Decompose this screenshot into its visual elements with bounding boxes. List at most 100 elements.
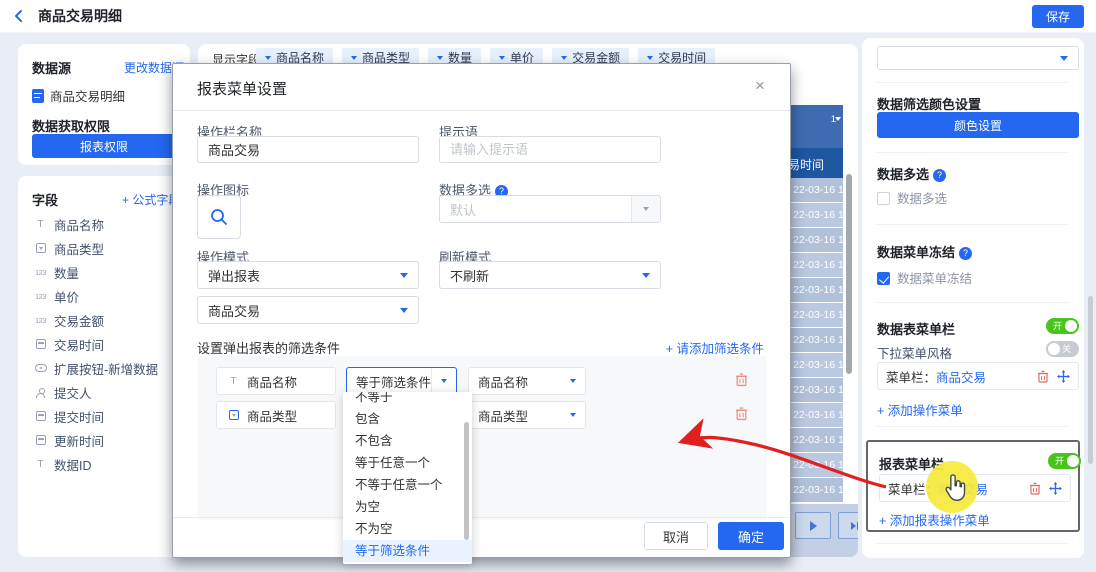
report-value: 商品交易 <box>208 301 260 320</box>
field-item[interactable]: 扩展按钮-新增数据 <box>18 356 190 380</box>
report-menu-toggle[interactable]: 开 <box>1048 453 1081 469</box>
button-field-icon <box>32 364 49 372</box>
permission-heading: 数据获取权限 <box>32 116 110 135</box>
multi-select-value: 默认 <box>450 200 476 219</box>
filter-value-dropdown[interactable]: 商品名称 <box>468 367 586 395</box>
table-row[interactable]: 22-03-16 15: <box>790 403 843 427</box>
filter-field-box[interactable]: 商品名称 <box>216 367 336 395</box>
confirm-button[interactable]: 确定 <box>718 522 784 550</box>
field-item[interactable]: 商品类型 <box>18 236 190 260</box>
operator-menu-item[interactable]: 等于任意一个 <box>343 452 472 474</box>
filter-field-label: 商品名称 <box>247 372 297 391</box>
checkbox-checked-icon[interactable] <box>877 272 890 285</box>
table-row[interactable]: 22-03-16 15: <box>790 228 843 252</box>
move-icon[interactable] <box>1049 482 1062 495</box>
text-field-icon <box>32 219 49 230</box>
table-menu-toggle[interactable]: 开 <box>1046 318 1079 334</box>
operator-menu-item[interactable]: 不为空 <box>343 518 472 540</box>
filter-field-box[interactable]: 商品类型 <box>216 401 336 429</box>
field-item[interactable]: 数据ID <box>18 452 190 476</box>
menu-scrollbar[interactable] <box>464 422 469 540</box>
field-item[interactable]: 交易时间 <box>18 332 190 356</box>
cancel-button[interactable]: 取消 <box>644 522 708 550</box>
help-icon[interactable] <box>933 169 946 182</box>
operator-menu-item[interactable]: 不等于 <box>343 392 472 408</box>
chevron-down-icon <box>437 56 443 60</box>
operator-menu-item[interactable]: 包含 <box>343 408 472 430</box>
multi-select-dropdown[interactable]: 默认 <box>439 195 661 223</box>
last-page-button[interactable] <box>838 512 858 539</box>
operation-icon-button[interactable] <box>197 195 241 239</box>
field-item[interactable]: 提交人 <box>18 380 190 404</box>
table-row[interactable]: 22-03-16 15: <box>790 428 843 452</box>
field-item[interactable]: 提交时间 <box>18 404 190 428</box>
field-label: 商品名称 <box>54 215 104 234</box>
filter-operator-dropdown[interactable]: 等于筛选条件 <box>346 367 457 395</box>
field-item[interactable]: 更新时间 <box>18 428 190 452</box>
chevron-down-icon <box>1060 56 1068 61</box>
table-row[interactable]: 22-03-16 15: <box>790 203 843 227</box>
time-column-top: 1 <box>790 105 843 148</box>
tip-input[interactable] <box>439 136 661 163</box>
dropdown-arrow-zone <box>431 368 456 394</box>
chevron-down-icon <box>570 413 576 417</box>
add-filter-link[interactable]: + 请添加筛选条件 <box>666 338 764 357</box>
cursor-hand-icon <box>939 473 969 503</box>
operator-menu-item[interactable]: 不等于任意一个 <box>343 474 472 496</box>
color-settings-button[interactable]: 颜色设置 <box>877 112 1079 138</box>
move-icon[interactable] <box>1057 370 1070 383</box>
field-item[interactable]: 单价 <box>18 284 190 308</box>
save-button[interactable]: 保存 <box>1032 5 1084 28</box>
time-column-header[interactable]: 交易时间 <box>790 148 843 178</box>
trash-icon[interactable] <box>735 372 748 387</box>
table-row[interactable]: 22-03-16 15: <box>790 178 843 202</box>
multi-select-checkbox-row[interactable]: 数据多选 <box>877 188 947 207</box>
table-row[interactable]: 22-03-16 15: <box>790 353 843 377</box>
cursor-highlight <box>926 461 978 513</box>
trash-icon[interactable] <box>1029 482 1041 495</box>
filter-value-dropdown[interactable]: 商品类型 <box>468 401 586 429</box>
chevron-down-icon <box>441 379 447 383</box>
refresh-dropdown[interactable]: 不刷新 <box>439 261 661 289</box>
freeze-checkbox-row[interactable]: 数据菜单冻结 <box>877 268 972 287</box>
table-row[interactable]: 22-03-16 15: <box>790 478 843 502</box>
field-item[interactable]: 商品名称 <box>18 212 190 236</box>
field-item[interactable]: 数量 <box>18 260 190 284</box>
next-page-button[interactable] <box>795 512 831 539</box>
page-scrollbar[interactable] <box>1088 296 1093 464</box>
table-row[interactable]: 22-03-16 15: <box>790 253 843 277</box>
field-label: 更新时间 <box>54 431 104 450</box>
table-scrollbar[interactable] <box>846 174 852 374</box>
bar-name-input[interactable] <box>197 136 419 163</box>
table-row[interactable]: 22-03-16 15: <box>790 453 843 477</box>
help-icon[interactable] <box>959 247 972 260</box>
operator-menu-item-selected[interactable]: 等于筛选条件 <box>343 540 472 562</box>
table-menu-item[interactable]: 菜单栏：商品交易 <box>877 362 1079 390</box>
field-item[interactable]: 交易金额 <box>18 308 190 332</box>
table-row[interactable]: 22-03-16 15: <box>790 303 843 327</box>
close-icon[interactable] <box>750 76 770 96</box>
toggle-off-label: 关 <box>1062 344 1071 354</box>
back-icon[interactable] <box>12 9 26 23</box>
table-row[interactable]: 22-03-16 15: <box>790 378 843 402</box>
datasource-heading: 数据源 <box>32 58 71 77</box>
field-label: 交易金额 <box>54 311 104 330</box>
date-field-icon <box>32 339 49 349</box>
add-menu-link[interactable]: + 添加操作菜单 <box>877 400 963 419</box>
mode-dropdown[interactable]: 弹出报表 <box>197 261 419 289</box>
dropdown-style-toggle[interactable]: 关 <box>1046 341 1079 357</box>
settings-top-select[interactable] <box>877 46 1079 70</box>
table-row[interactable]: 22-03-16 15: <box>790 328 843 352</box>
chevron-down-icon <box>647 56 653 60</box>
table-row[interactable]: 22-03-16 15: <box>790 278 843 302</box>
add-report-menu-link[interactable]: + 添加报表操作菜单 <box>879 510 990 529</box>
operator-menu-item[interactable]: 为空 <box>343 496 472 518</box>
number-field-icon <box>32 316 49 325</box>
trash-icon[interactable] <box>1037 370 1049 383</box>
report-dropdown[interactable]: 商品交易 <box>197 296 419 324</box>
checkbox-unchecked-icon[interactable] <box>877 192 890 205</box>
operator-menu-item[interactable]: 不包含 <box>343 430 472 452</box>
report-permission-button[interactable]: 报表权限 <box>32 134 176 158</box>
trash-icon[interactable] <box>735 406 748 421</box>
datasource-item[interactable]: 商品交易明细 <box>32 86 125 105</box>
